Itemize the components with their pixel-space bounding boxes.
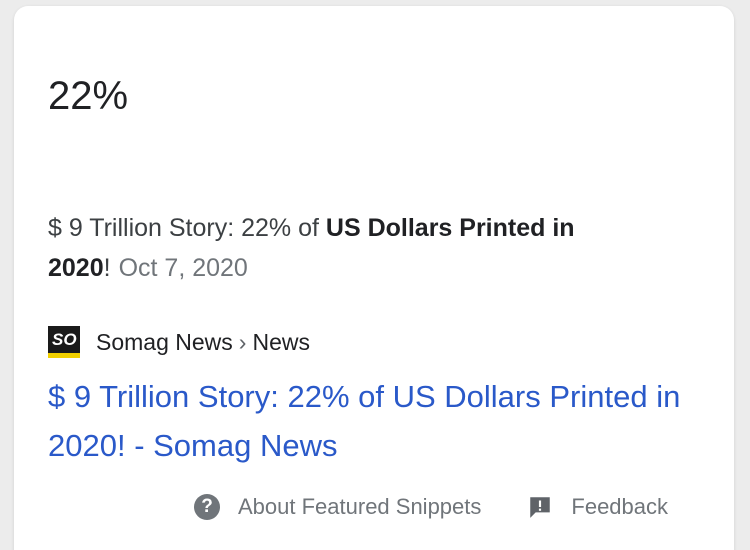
help-icon: ? — [194, 494, 220, 520]
favicon-text: SO — [52, 330, 77, 349]
favicon-stripe — [48, 353, 80, 358]
snippet-date: Oct 7, 2020 — [118, 254, 248, 282]
feedback-label: Feedback — [571, 494, 669, 519]
somag-favicon-icon: SO — [48, 326, 80, 358]
snippet-suffix: ! — [103, 254, 111, 282]
snippet-bold-2: 2020 — [48, 254, 104, 282]
snippet-prefix: $ 9 Trillion Story: 22% of — [48, 214, 326, 242]
breadcrumb-separator: › — [238, 328, 247, 355]
snippet-bold-1: US Dollars Printed in — [325, 214, 575, 242]
breadcrumb: Somag News › News — [96, 329, 310, 356]
result-title-link[interactable]: $ 9 Trillion Story: 22% of US Dollars Pr… — [48, 372, 688, 470]
breadcrumb-section: News — [252, 328, 310, 355]
snippet-text: $ 9 Trillion Story: 22% of US Dollars Pr… — [48, 208, 688, 288]
snippet-footer: ? About Featured Snippets Feedback — [194, 494, 668, 520]
feedback-button[interactable]: Feedback — [481, 494, 668, 520]
featured-snippet-card: 22% $ 9 Trillion Story: 22% of US Dollar… — [14, 6, 734, 550]
about-label: About Featured Snippets — [238, 494, 482, 519]
breadcrumb-site: Somag News — [96, 328, 233, 355]
about-featured-snippets-button[interactable]: ? About Featured Snippets — [194, 494, 481, 520]
feedback-icon — [530, 497, 551, 518]
answer-text: 22% — [48, 74, 129, 118]
source-row[interactable]: SO Somag News › News — [48, 324, 310, 360]
